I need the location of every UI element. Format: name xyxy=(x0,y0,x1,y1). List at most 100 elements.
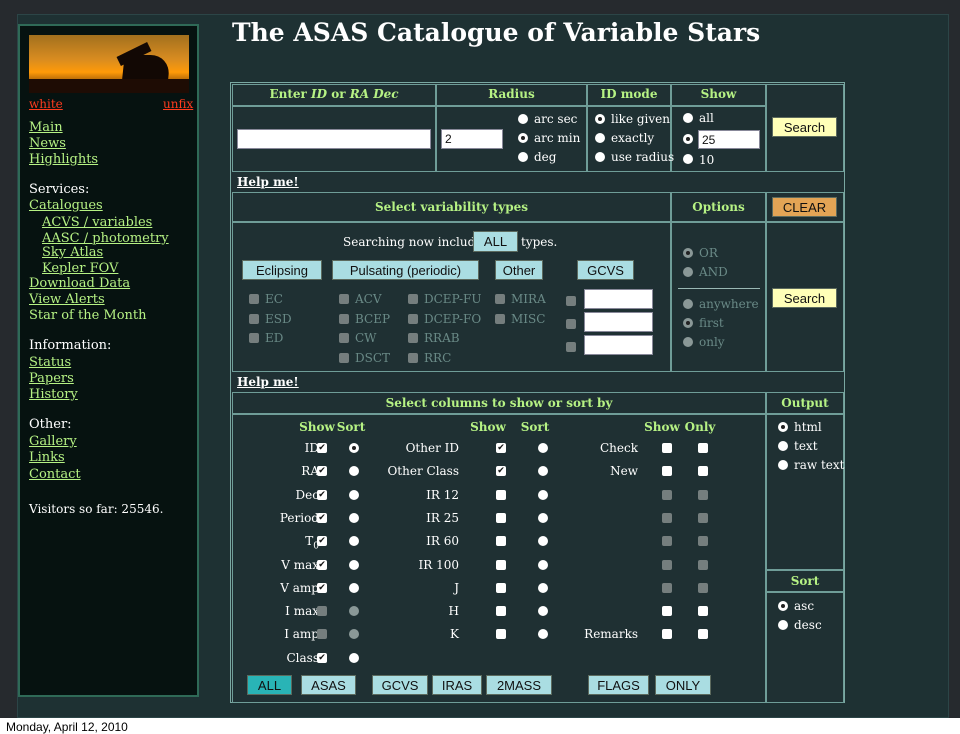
logic-radio[interactable] xyxy=(683,248,693,258)
type-group-button[interactable]: Eclipsing xyxy=(242,260,322,280)
column-show-checkbox[interactable] xyxy=(662,582,672,593)
nav-links[interactable]: Links xyxy=(29,450,65,466)
type-group-button[interactable]: Other xyxy=(495,260,543,280)
custom-type-input-2[interactable] xyxy=(584,312,653,332)
custom-type-checkbox[interactable] xyxy=(566,319,576,329)
column-show-checkbox[interactable] xyxy=(496,489,506,500)
skin-white-link[interactable]: white xyxy=(29,96,63,112)
column-show-checkbox[interactable]: ✔ xyxy=(317,652,327,663)
column-show-checkbox[interactable]: ✔ xyxy=(317,559,327,570)
custom-type-input-1[interactable] xyxy=(584,289,653,309)
position-radio[interactable] xyxy=(683,299,693,309)
skin-unfix-link[interactable]: unfix xyxy=(163,96,193,112)
nav-download[interactable]: Download Data xyxy=(29,276,130,292)
column-show-checkbox[interactable] xyxy=(662,512,672,523)
nav-news[interactable]: News xyxy=(29,136,66,152)
radius-input[interactable] xyxy=(441,129,503,149)
clear-button[interactable]: CLEAR xyxy=(772,197,837,217)
column-only-checkbox[interactable] xyxy=(698,489,708,500)
column-only-checkbox[interactable] xyxy=(698,512,708,523)
custom-type-checkbox[interactable] xyxy=(566,296,576,306)
nav-sky-atlas[interactable]: Sky Atlas xyxy=(42,245,103,261)
column-preset-button[interactable]: GCVS xyxy=(372,675,428,695)
column-show-checkbox[interactable]: ✔ xyxy=(317,443,327,453)
nav-alerts[interactable]: View Alerts xyxy=(29,292,105,308)
search-button-2[interactable]: Search xyxy=(772,288,837,308)
column-preset-button[interactable]: ONLY xyxy=(655,675,711,695)
column-show-checkbox[interactable] xyxy=(662,536,672,547)
column-show-checkbox[interactable]: ✔ xyxy=(317,466,327,477)
column-show-checkbox[interactable]: ✔ xyxy=(496,443,506,453)
column-show-checkbox[interactable] xyxy=(496,559,506,570)
column-show-checkbox[interactable] xyxy=(496,536,506,547)
column-show-checkbox[interactable] xyxy=(317,606,327,617)
variability-type-checkbox[interactable] xyxy=(408,352,418,363)
id-mode-radio[interactable] xyxy=(595,133,605,143)
column-only-checkbox[interactable] xyxy=(698,606,708,617)
show-count-input[interactable] xyxy=(698,130,760,149)
column-show-checkbox[interactable]: ✔ xyxy=(317,489,327,500)
column-preset-button[interactable]: ALL xyxy=(247,675,292,695)
variability-type-checkbox[interactable] xyxy=(249,294,259,304)
id-input[interactable] xyxy=(237,129,431,149)
variability-type-checkbox[interactable] xyxy=(249,313,259,324)
variability-type-checkbox[interactable] xyxy=(339,313,349,324)
column-only-checkbox[interactable] xyxy=(698,582,708,593)
column-only-checkbox[interactable] xyxy=(698,443,708,453)
column-show-checkbox[interactable] xyxy=(662,489,672,500)
column-show-checkbox[interactable] xyxy=(662,606,672,617)
nav-history[interactable]: History xyxy=(29,387,78,403)
type-group-button[interactable]: GCVS xyxy=(577,260,634,280)
column-sort-radio[interactable] xyxy=(349,652,359,663)
output-format-radio[interactable] xyxy=(778,460,788,470)
column-show-checkbox[interactable]: ✔ xyxy=(496,466,506,477)
custom-type-input-3[interactable] xyxy=(584,335,653,355)
column-show-checkbox[interactable] xyxy=(496,629,506,640)
logic-radio[interactable] xyxy=(683,267,693,277)
position-radio[interactable] xyxy=(683,318,693,328)
column-show-checkbox[interactable]: ✔ xyxy=(317,512,327,523)
column-show-checkbox[interactable] xyxy=(496,582,506,593)
includes-types-value[interactable]: ALL xyxy=(473,231,518,252)
column-sort-radio[interactable] xyxy=(349,443,359,453)
sort-order-radio[interactable] xyxy=(778,620,788,630)
variability-type-checkbox[interactable] xyxy=(408,333,418,343)
variability-type-checkbox[interactable] xyxy=(339,352,349,363)
column-only-checkbox[interactable] xyxy=(698,536,708,547)
show-all-radio[interactable] xyxy=(683,113,693,123)
column-show-checkbox[interactable] xyxy=(496,606,506,617)
variability-type-checkbox[interactable] xyxy=(339,294,349,304)
variability-type-checkbox[interactable] xyxy=(495,313,505,324)
column-preset-button[interactable]: ASAS xyxy=(301,675,356,695)
column-only-checkbox[interactable] xyxy=(698,559,708,570)
variability-type-checkbox[interactable] xyxy=(408,294,418,304)
custom-type-checkbox[interactable] xyxy=(566,342,576,352)
column-sort-radio[interactable] xyxy=(349,559,359,570)
help-link-variability[interactable]: Help me! xyxy=(237,375,299,389)
radius-unit-radio[interactable] xyxy=(518,114,528,124)
column-show-checkbox[interactable] xyxy=(496,512,506,523)
variability-type-checkbox[interactable] xyxy=(495,294,505,304)
column-preset-button[interactable]: IRAS xyxy=(432,675,482,695)
column-only-checkbox[interactable] xyxy=(698,629,708,640)
column-show-checkbox[interactable] xyxy=(662,629,672,640)
radius-unit-radio[interactable] xyxy=(518,152,528,162)
variability-type-checkbox[interactable] xyxy=(339,333,349,343)
nav-catalogues[interactable]: Catalogues xyxy=(29,198,103,214)
column-sort-radio[interactable] xyxy=(349,489,359,500)
nav-highlights[interactable]: Highlights xyxy=(29,152,98,168)
id-mode-radio[interactable] xyxy=(595,114,605,124)
column-sort-radio[interactable] xyxy=(349,582,359,593)
id-mode-radio[interactable] xyxy=(595,152,605,162)
nav-star-of-month[interactable]: Star of the Month xyxy=(29,308,147,324)
column-only-checkbox[interactable] xyxy=(698,466,708,477)
show-count-radio[interactable] xyxy=(683,134,693,144)
column-sort-radio[interactable] xyxy=(349,512,359,523)
column-show-checkbox[interactable]: ✔ xyxy=(317,536,327,547)
position-radio[interactable] xyxy=(683,337,693,347)
column-show-checkbox[interactable] xyxy=(662,466,672,477)
type-group-button[interactable]: Pulsating (periodic) xyxy=(332,260,479,280)
show-ten-radio[interactable] xyxy=(683,154,693,164)
nav-papers[interactable]: Papers xyxy=(29,371,74,387)
nav-gallery[interactable]: Gallery xyxy=(29,434,77,450)
